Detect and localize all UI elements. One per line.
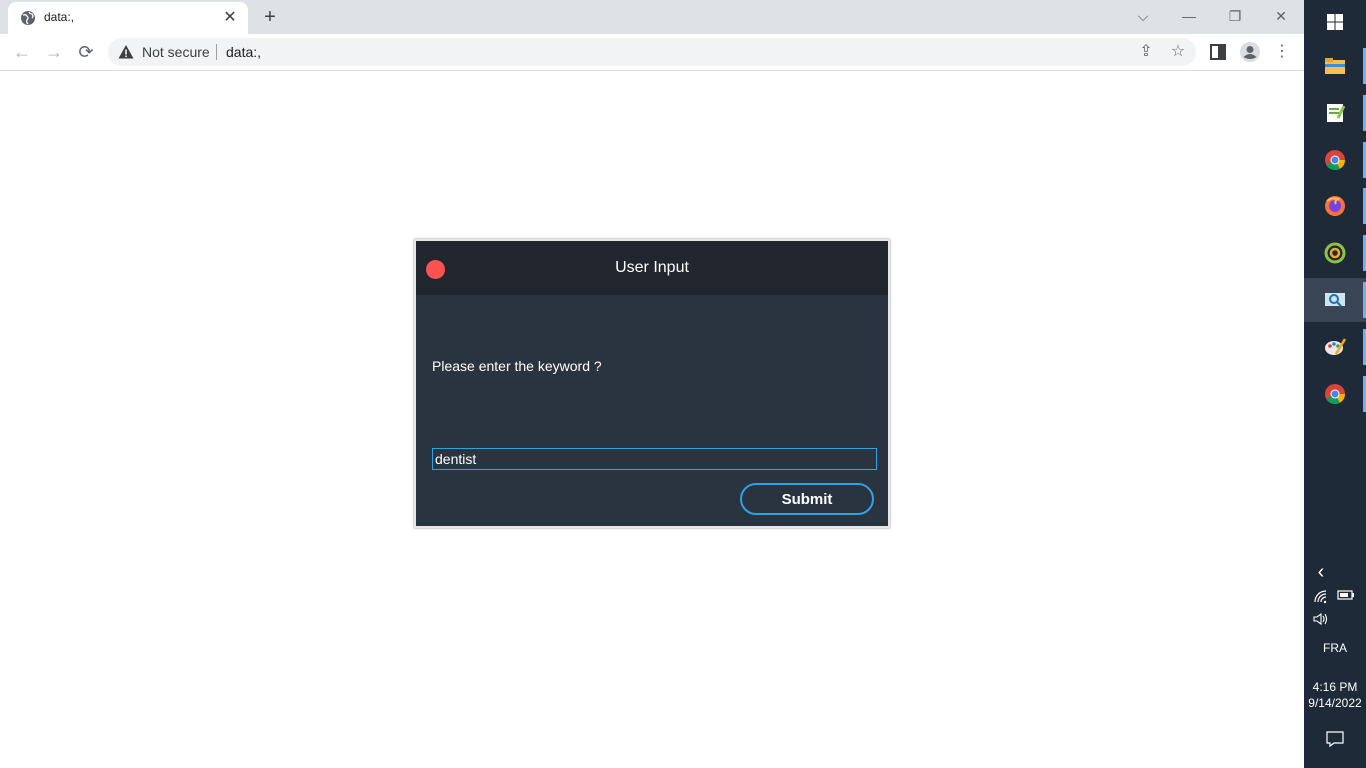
address-bar[interactable]: Not secure data:, ⇪ ☆ <box>108 38 1196 66</box>
paint-icon <box>1325 338 1346 355</box>
tab-close-icon[interactable]: ✕ <box>220 8 240 28</box>
windows-start-icon <box>1327 14 1343 30</box>
firefox-icon <box>1325 196 1345 216</box>
keyword-input[interactable] <box>432 448 877 470</box>
clock-date[interactable]: 9/14/2022 <box>1304 696 1366 710</box>
volume-icon[interactable] <box>1312 612 1330 626</box>
file-explorer-icon <box>1325 58 1345 74</box>
notification-center-icon[interactable] <box>1325 730 1345 748</box>
globe-icon <box>21 11 35 25</box>
bookmark-star-icon[interactable]: ☆ <box>1168 42 1188 62</box>
submit-button[interactable]: Submit <box>740 483 874 515</box>
forward-button[interactable]: → <box>42 40 66 64</box>
battery-charging-icon[interactable] <box>1337 589 1355 601</box>
close-window-button[interactable]: ✕ <box>1266 4 1296 28</box>
reload-button[interactable]: ⟳ <box>74 40 98 64</box>
taskbar-firefox[interactable] <box>1304 184 1366 228</box>
taskbar-screen-capture[interactable] <box>1304 278 1366 322</box>
tab-title: data:, <box>44 10 75 24</box>
taskbar-paint[interactable] <box>1304 325 1366 369</box>
show-hidden-icons-chevron-icon[interactable]: ‹ <box>1304 561 1338 584</box>
taskbar-chameleon-app[interactable] <box>1304 231 1366 275</box>
new-tab-button[interactable]: + <box>258 6 282 30</box>
chrome-icon <box>1325 384 1346 405</box>
warning-icon <box>118 45 134 59</box>
user-input-dialog: User Input Please enter the keyword ? Su… <box>414 239 890 528</box>
taskbar-chrome-2[interactable] <box>1304 372 1366 416</box>
browser-menu-icon[interactable]: ⋮ <box>1270 40 1294 64</box>
taskbar-notepad-plus[interactable] <box>1304 91 1366 135</box>
chrome-icon <box>1325 150 1346 171</box>
screen-capture-icon <box>1325 293 1345 307</box>
security-status[interactable]: Not secure <box>142 44 210 60</box>
browser-toolbar: ← → ⟳ Not secure data:, ⇪ ☆ ⋮ <box>0 34 1304 71</box>
chameleon-app-icon <box>1324 242 1346 264</box>
restore-button[interactable]: ❐ <box>1220 4 1250 28</box>
profile-avatar-icon[interactable] <box>1238 40 1262 64</box>
share-icon[interactable]: ⇪ <box>1136 42 1156 62</box>
minimize-button[interactable]: — <box>1174 4 1204 28</box>
tab-strip: data:, ✕ + ⌵ — ❐ ✕ <box>0 0 1304 34</box>
dialog-prompt: Please enter the keyword ? <box>432 358 602 374</box>
clock-time[interactable]: 4:16 PM <box>1304 680 1366 694</box>
url-text[interactable]: data:, <box>226 44 261 60</box>
side-panel-icon[interactable] <box>1206 40 1230 64</box>
tab-data[interactable]: data:, ✕ <box>8 2 248 34</box>
taskbar: ‹ FRA 4:16 PM 9/14/2022 <box>1304 0 1366 768</box>
input-language[interactable]: FRA <box>1304 641 1366 655</box>
taskbar-chrome[interactable] <box>1304 138 1366 182</box>
omnibox-separator <box>216 44 217 60</box>
notepad-plus-icon <box>1327 104 1346 122</box>
back-button[interactable]: ← <box>10 40 34 64</box>
taskbar-file-explorer[interactable] <box>1304 44 1366 88</box>
dialog-header: User Input <box>416 241 888 295</box>
start-button[interactable] <box>1304 0 1366 44</box>
browser-window: data:, ✕ + ⌵ — ❐ ✕ ← → ⟳ Not secure data… <box>0 0 1304 768</box>
dialog-title: User Input <box>615 259 689 276</box>
wifi-icon[interactable] <box>1314 590 1330 604</box>
tab-search-icon[interactable]: ⌵ <box>1128 4 1158 28</box>
